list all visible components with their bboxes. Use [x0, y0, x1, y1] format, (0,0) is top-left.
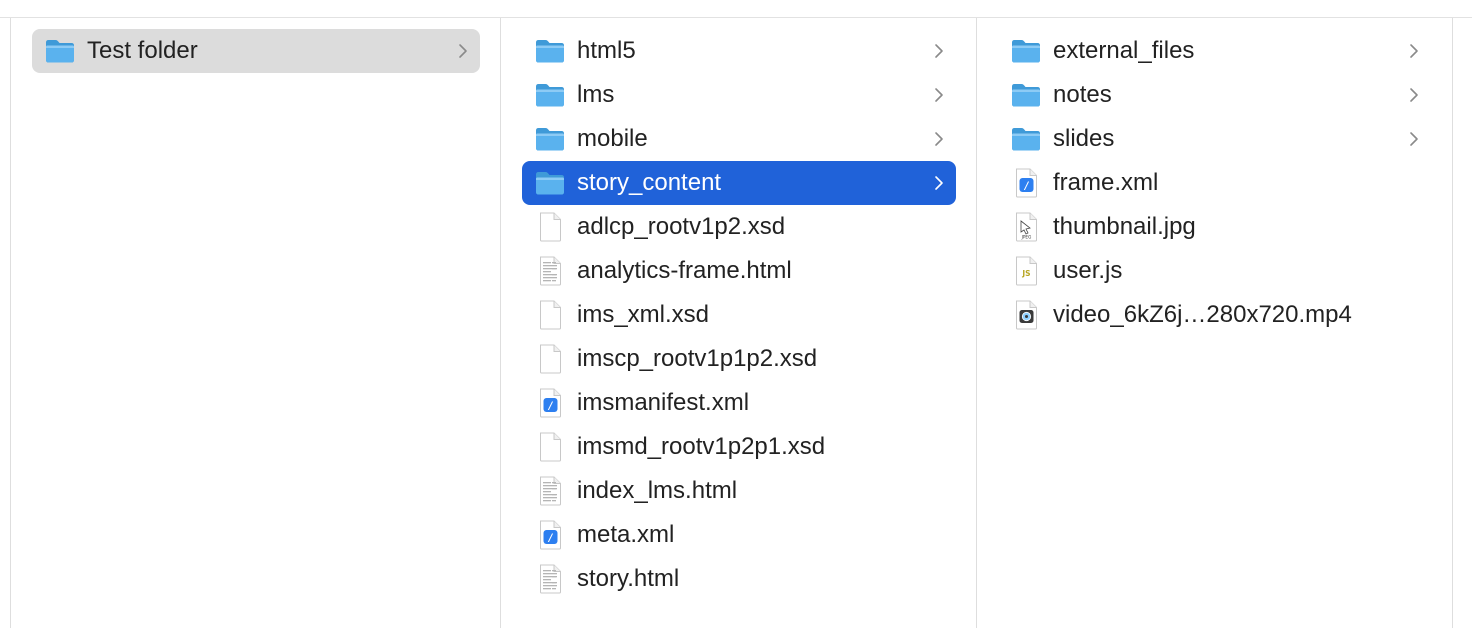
html-document-icon [534, 476, 566, 506]
item-label: meta.xml [577, 521, 675, 548]
js-document-icon: JS [1010, 256, 1042, 286]
item-label: adlcp_rootv1p2.xsd [577, 213, 786, 240]
file-row-video-6kz6j-280x720-mp4[interactable]: video_6kZ6j…280x720.mp4 [998, 293, 1431, 337]
item-label: index_lms.html [577, 477, 738, 504]
folder-row-story-content[interactable]: story_content [522, 161, 956, 205]
item-label: imsmd_rootv1p2p1.xsd [577, 433, 826, 460]
item-label: external_files [1053, 37, 1195, 64]
svg-text:JS: JS [1021, 269, 1030, 278]
svg-text:JPEG: JPEG [1021, 235, 1032, 240]
xml-document-icon: / [1010, 168, 1042, 198]
chevron-right-icon [932, 86, 946, 104]
item-label: story.html [577, 565, 680, 592]
folder-row-mobile[interactable]: mobile [522, 117, 956, 161]
chevron-right-icon [932, 130, 946, 148]
item-label: frame.xml [1053, 169, 1159, 196]
item-label: mobile [577, 125, 648, 152]
file-row-meta-xml[interactable]: / meta.xml [522, 513, 956, 557]
chevron-right-icon [932, 42, 946, 60]
file-row-adlcp-rootv1p2-xsd[interactable]: adlcp_rootv1p2.xsd [522, 205, 956, 249]
file-row-story-html[interactable]: story.html [522, 557, 956, 601]
file-row-ims-xml-xsd[interactable]: ims_xml.xsd [522, 293, 956, 337]
item-label: imsmanifest.xml [577, 389, 750, 416]
item-label: analytics-frame.html [577, 257, 792, 284]
blank-document-icon [534, 344, 566, 374]
file-row-imscp-rootv1p1p2-xsd[interactable]: imscp_rootv1p1p2.xsd [522, 337, 956, 381]
file-row-index-lms-html[interactable]: index_lms.html [522, 469, 956, 513]
item-label: Test folder [87, 37, 198, 64]
folder-row-test-folder[interactable]: Test folder [32, 29, 480, 73]
toolbar-edge [0, 0, 1472, 18]
item-label: thumbnail.jpg [1053, 213, 1196, 240]
file-row-imsmd-rootv1p2p1-xsd[interactable]: imsmd_rootv1p2p1.xsd [522, 425, 956, 469]
html-document-icon [534, 256, 566, 286]
folder-row-slides[interactable]: slides [998, 117, 1431, 161]
chevron-right-icon [1407, 42, 1421, 60]
item-label: html5 [577, 37, 636, 64]
item-label: imscp_rootv1p1p2.xsd [577, 345, 818, 372]
folder-icon [1010, 36, 1042, 66]
item-label: lms [577, 81, 615, 108]
item-label: story_content [577, 169, 722, 196]
item-label: ims_xml.xsd [577, 301, 710, 328]
item-label: video_6kZ6j…280x720.mp4 [1053, 301, 1352, 328]
item-label: slides [1053, 125, 1115, 152]
column-1[interactable]: Test folder [10, 18, 501, 628]
column-3[interactable]: external_filesnotes slides / frame.xml JPEG t… [976, 18, 1453, 628]
file-row-frame-xml[interactable]: / frame.xml [998, 161, 1431, 205]
file-row-analytics-frame-html[interactable]: analytics-frame.html [522, 249, 956, 293]
folder-row-lms[interactable]: lms [522, 73, 956, 117]
folder-row-notes[interactable]: notes [998, 73, 1431, 117]
blank-document-icon [534, 432, 566, 462]
blank-document-icon [534, 300, 566, 330]
folder-row-external-files[interactable]: external_files [998, 29, 1431, 73]
column-2[interactable]: html5 lms mobile story_content adlcp_rootv1p… [500, 18, 977, 628]
folder-icon [44, 36, 76, 66]
folder-icon [534, 80, 566, 110]
video-document-icon [1010, 300, 1042, 330]
item-label: user.js [1053, 257, 1123, 284]
folder-icon [534, 124, 566, 154]
item-label: notes [1053, 81, 1112, 108]
file-row-user-js[interactable]: JS user.js [998, 249, 1431, 293]
folder-row-html5[interactable]: html5 [522, 29, 956, 73]
chevron-right-icon [1407, 130, 1421, 148]
xml-document-icon: / [534, 388, 566, 418]
chevron-right-icon [456, 42, 470, 60]
folder-icon [1010, 80, 1042, 110]
xml-document-icon: / [534, 520, 566, 550]
file-row-imsmanifest-xml[interactable]: / imsmanifest.xml [522, 381, 956, 425]
folder-icon [1010, 124, 1042, 154]
folder-icon [534, 36, 566, 66]
html-document-icon [534, 564, 566, 594]
finder-column-view: Test folder html5 lms mobile story_contenta… [0, 0, 1472, 628]
folder-icon [534, 168, 566, 198]
jpg-document-icon: JPEG [1010, 212, 1042, 242]
chevron-right-icon [1407, 86, 1421, 104]
file-row-thumbnail-jpg[interactable]: JPEG thumbnail.jpg [998, 205, 1431, 249]
blank-document-icon [534, 212, 566, 242]
chevron-right-icon [932, 174, 946, 192]
